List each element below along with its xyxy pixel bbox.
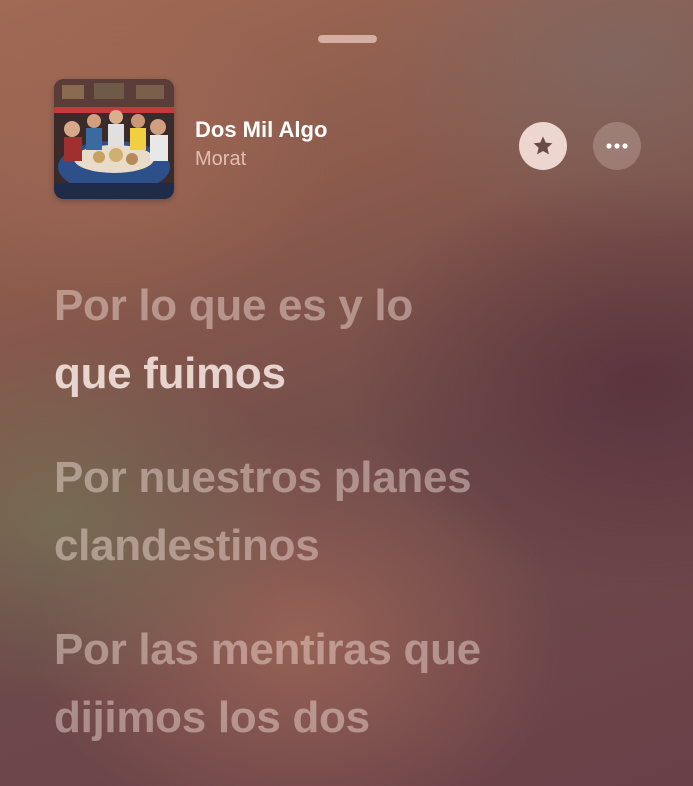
now-playing-header: Dos Mil Algo Morat [54, 79, 644, 199]
sheet-grabber[interactable] [318, 35, 377, 43]
lyric-line[interactable]: Por lo que es y lo que fuimos [54, 272, 654, 408]
lyrics-view[interactable]: Por lo que es y lo que fuimos Por nuestr… [54, 272, 654, 786]
song-artist[interactable]: Morat [195, 145, 327, 173]
album-artwork-image [54, 79, 174, 199]
lyric-line[interactable]: Por nuestros planes clandestinos [54, 444, 654, 580]
lyric-line-part: clandestinos [54, 521, 320, 570]
favorite-button[interactable] [519, 122, 567, 170]
lyric-line-part: Por lo que es y lo [54, 281, 413, 330]
lyric-line[interactable]: Por las mentiras que dijimos los dos [54, 616, 654, 752]
lyric-line-part: dijimos los dos [54, 693, 370, 742]
song-info[interactable]: Dos Mil Algo Morat [195, 117, 327, 173]
more-options-button[interactable] [593, 122, 641, 170]
lyric-line-part: Por las mentiras que [54, 625, 481, 674]
lyric-line-part: Por nuestros planes [54, 453, 472, 502]
ellipsis-icon [606, 143, 628, 149]
star-icon [533, 136, 553, 155]
song-title: Dos Mil Algo [195, 117, 328, 142]
album-artwork[interactable] [54, 79, 174, 199]
lyric-line-part: que fuimos [54, 349, 286, 398]
